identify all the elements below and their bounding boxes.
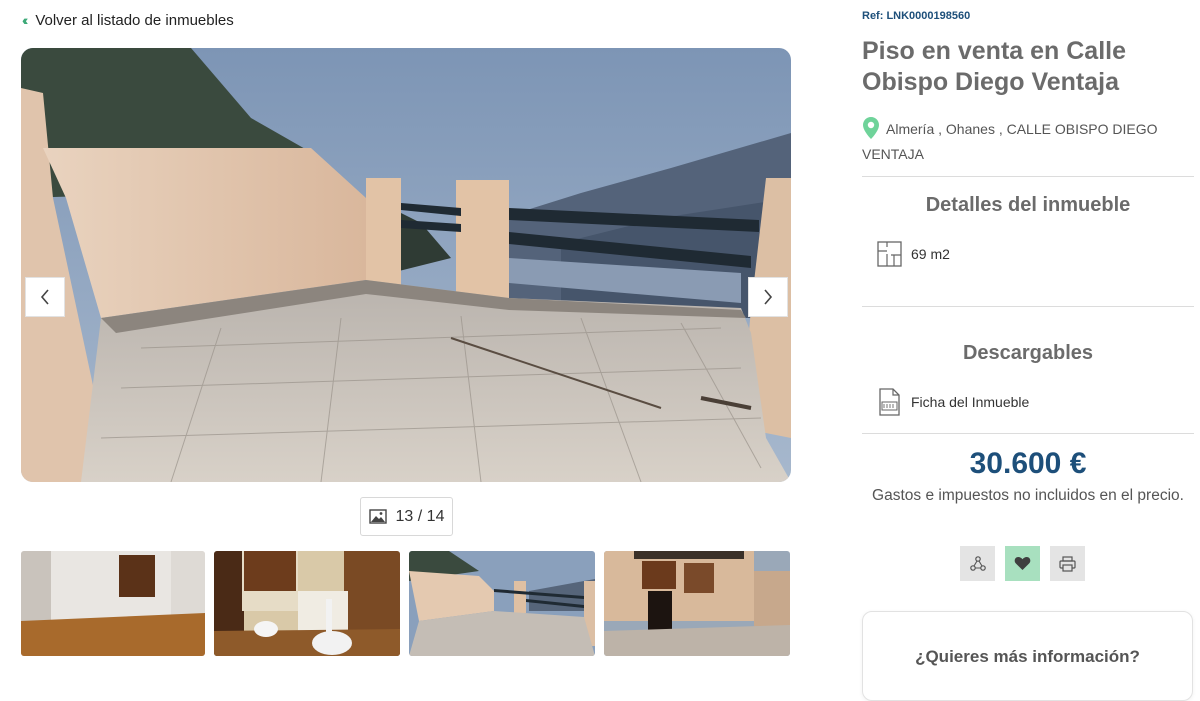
area-value: 69 m2 <box>911 246 950 262</box>
divider <box>862 176 1194 177</box>
share-button[interactable] <box>960 546 995 581</box>
property-title: Piso en venta en Calle Obispo Diego Vent… <box>862 37 1126 96</box>
thumbnail-patio[interactable] <box>604 551 790 656</box>
property-reference: Ref: LNK0000198560 <box>862 10 971 22</box>
price-note: Gastos e impuestos no incluidos en el pr… <box>872 487 1184 504</box>
gallery-prev-button[interactable] <box>25 277 65 317</box>
thumb-room-photo <box>21 551 205 656</box>
share-icon <box>969 555 986 571</box>
chevron-right-icon <box>764 289 773 305</box>
thumb-terrace-photo <box>409 551 595 656</box>
printer-icon <box>1059 555 1076 572</box>
back-to-listing-link[interactable]: ‹‹ Volver al listado de inmuebles <box>22 10 234 30</box>
divider <box>862 433 1194 434</box>
back-link-label: Volver al listado de inmuebles <box>35 11 234 29</box>
thumbnail-bathroom[interactable] <box>214 551 400 656</box>
thumbnail-terrace[interactable] <box>409 551 595 656</box>
divider <box>862 306 1194 307</box>
gallery-counter[interactable]: 13 / 14 <box>360 497 453 536</box>
download-property-sheet[interactable]: Ficha del Inmueble <box>877 388 1029 416</box>
location-pin-icon <box>863 117 879 139</box>
price-amount: 30.600 € <box>969 447 1087 480</box>
downloads-heading: Descargables <box>962 342 1094 364</box>
image-icon <box>368 509 387 524</box>
details-heading: Detalles del inmueble <box>925 194 1131 216</box>
print-button[interactable] <box>1050 546 1085 581</box>
chevron-left-icon <box>40 289 49 305</box>
gallery-counter-text: 13 / 14 <box>395 507 445 525</box>
gallery-next-button[interactable] <box>748 277 788 317</box>
floor-plan-icon <box>877 241 902 267</box>
heart-icon <box>1014 556 1031 570</box>
thumb-bathroom-photo <box>214 551 400 656</box>
property-address: Almería , Ohanes , CALLE OBISPO DIEGO VE… <box>862 116 1182 167</box>
main-gallery <box>21 48 791 482</box>
thumb-patio-photo <box>604 551 790 656</box>
contact-box: ¿Quieres más información? <box>862 611 1193 701</box>
pdf-file-icon <box>879 388 900 416</box>
detail-area-row: 69 m2 <box>877 241 950 267</box>
address-text: Almería , Ohanes , CALLE OBISPO DIEGO VE… <box>862 121 1158 162</box>
double-chevron-left-icon: ‹‹ <box>22 12 29 28</box>
download-label: Ficha del Inmueble <box>911 394 1030 410</box>
contact-heading: ¿Quieres más información? <box>915 647 1140 666</box>
main-photo-terrace <box>21 48 791 482</box>
favorite-button[interactable] <box>1005 546 1040 581</box>
thumbnail-room[interactable] <box>21 551 205 656</box>
